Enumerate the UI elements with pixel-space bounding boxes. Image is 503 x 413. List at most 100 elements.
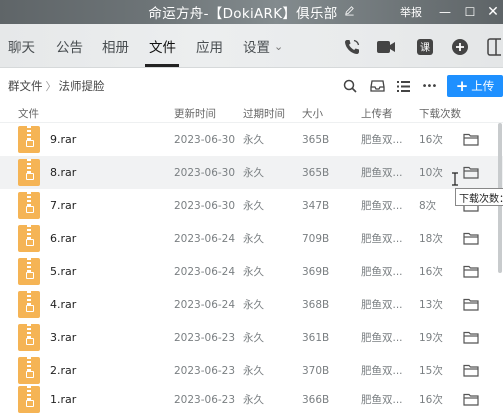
upload-button-label: 上传 xyxy=(471,79,495,93)
tab-settings-label: 设置 xyxy=(243,40,270,56)
file-size: 368B xyxy=(302,298,330,311)
nav-bar: 聊天 公告 相册 文件 应用 设置 ⌄ 课 xyxy=(0,24,503,68)
table-row[interactable]: 9.rar 2023-06-30 永久 365B 肥鱼双... 16次 xyxy=(0,123,503,156)
more-icon[interactable]: ••• xyxy=(420,77,438,95)
header-updated[interactable]: 更新时间 xyxy=(174,103,216,123)
file-size: 369B xyxy=(302,265,330,278)
folder-icon[interactable] xyxy=(463,364,479,377)
file-expire: 永久 xyxy=(243,200,264,212)
tab-announcement[interactable]: 公告 xyxy=(56,24,83,68)
file-uploader[interactable]: 肥鱼双... xyxy=(361,189,403,222)
tab-files[interactable]: 文件 xyxy=(149,24,176,68)
file-name[interactable]: 8.rar xyxy=(50,156,76,189)
phone-icon[interactable] xyxy=(341,36,363,58)
header-downloads[interactable]: 下载次数 xyxy=(419,103,461,123)
file-uploader[interactable]: 肥鱼双... xyxy=(361,255,403,288)
file-name[interactable]: 4.rar xyxy=(50,288,76,321)
file-expire: 永久 xyxy=(243,167,264,179)
file-expire: 永久 xyxy=(243,332,264,344)
tab-apps[interactable]: 应用 xyxy=(196,24,223,68)
folder-icon[interactable] xyxy=(463,133,479,146)
folder-icon[interactable] xyxy=(463,298,479,311)
file-expire: 永久 xyxy=(243,394,264,406)
maximize-button[interactable]: ☐ xyxy=(462,0,478,24)
tab-chat[interactable]: 聊天 xyxy=(8,24,35,68)
file-name[interactable]: 6.rar xyxy=(50,222,76,255)
file-expire: 永久 xyxy=(243,266,264,278)
file-expire: 永久 xyxy=(243,134,264,146)
table-row[interactable]: 5.rar 2023-06-24 永久 369B 肥鱼双... 16次 xyxy=(0,255,503,288)
zip-file-icon xyxy=(18,192,40,219)
header-size[interactable]: 大小 xyxy=(302,103,323,123)
file-downloads: 8次 xyxy=(419,200,437,212)
file-uploader[interactable]: 肥鱼双... xyxy=(361,123,403,156)
breadcrumb-bar: 群文件 〉 法师提脸 ••• xyxy=(0,69,503,103)
table-row[interactable]: 7.rar 2023-06-30 永久 347B 肥鱼双... 8次 xyxy=(0,189,503,222)
inbox-icon[interactable] xyxy=(368,77,386,95)
file-uploader[interactable]: 肥鱼双... xyxy=(361,156,403,189)
file-name[interactable]: 1.rar xyxy=(50,383,76,413)
search-icon[interactable] xyxy=(341,77,359,95)
file-uploader[interactable]: 肥鱼双... xyxy=(361,321,403,354)
file-updated: 2023-06-23 xyxy=(174,331,236,344)
folder-icon[interactable] xyxy=(463,166,479,179)
file-uploader[interactable]: 肥鱼双... xyxy=(361,288,403,321)
file-size: 365B xyxy=(302,166,330,179)
sidebar-toggle-icon[interactable] xyxy=(483,36,503,58)
add-app-icon[interactable] xyxy=(449,36,471,58)
table-header: 文件 更新时间 过期时间 大小 上传者 下载次数 xyxy=(0,103,503,123)
upload-button[interactable]: + 上传 xyxy=(447,75,503,97)
folder-icon[interactable] xyxy=(463,232,479,245)
file-downloads: 19次 xyxy=(419,332,443,344)
pencil-icon[interactable] xyxy=(344,5,355,19)
file-updated: 2023-06-23 xyxy=(174,393,236,406)
zip-file-icon xyxy=(18,258,40,285)
zip-file-icon xyxy=(18,291,40,318)
file-name[interactable]: 5.rar xyxy=(50,255,76,288)
breadcrumb-current: 法师提脸 xyxy=(58,79,105,93)
title-bar: 命运方舟-【DokiARK】俱乐部 举报 — ☐ ✕ xyxy=(0,0,503,24)
table-row[interactable]: 8.rar 2023-06-30 永久 365B 肥鱼双... 10次 xyxy=(0,156,503,189)
file-uploader[interactable]: 肥鱼双... xyxy=(361,383,403,413)
active-tab-indicator xyxy=(145,64,179,67)
file-uploader[interactable]: 肥鱼双... xyxy=(361,222,403,255)
file-downloads: 16次 xyxy=(419,134,443,146)
header-uploader[interactable]: 上传者 xyxy=(361,103,393,123)
tab-album[interactable]: 相册 xyxy=(102,24,129,68)
file-size: 709B xyxy=(302,232,330,245)
file-name[interactable]: 3.rar xyxy=(50,321,76,354)
folder-icon[interactable] xyxy=(463,331,479,344)
minimize-button[interactable]: — xyxy=(436,0,454,24)
classroom-icon[interactable]: 课 xyxy=(414,36,436,58)
file-size: 365B xyxy=(302,133,330,146)
zip-file-icon xyxy=(18,386,40,413)
table-row[interactable]: 4.rar 2023-06-24 永久 368B 肥鱼双... 13次 xyxy=(0,288,503,321)
file-name[interactable]: 7.rar xyxy=(50,189,76,222)
breadcrumb-separator: 〉 xyxy=(45,80,57,93)
header-name[interactable]: 文件 xyxy=(18,103,39,123)
video-call-icon[interactable] xyxy=(375,36,397,58)
zip-file-icon xyxy=(18,159,40,186)
table-row[interactable]: 3.rar 2023-06-23 永久 361B 肥鱼双... 19次 xyxy=(0,321,503,354)
file-size: 366B xyxy=(302,393,330,406)
close-button[interactable]: ✕ xyxy=(485,0,501,24)
tab-settings[interactable]: 设置 ⌄ xyxy=(243,24,283,68)
table-row[interactable]: 1.rar 2023-06-23 永久 366B 肥鱼双... 16次 xyxy=(0,383,503,413)
file-updated: 2023-06-24 xyxy=(174,232,236,245)
report-button[interactable]: 举报 xyxy=(394,0,428,24)
file-updated: 2023-06-30 xyxy=(174,199,236,212)
list-view-icon[interactable] xyxy=(394,77,412,95)
header-expire[interactable]: 过期时间 xyxy=(243,103,285,123)
file-downloads: 16次 xyxy=(419,266,443,278)
file-expire: 永久 xyxy=(243,299,264,311)
file-downloads: 13次 xyxy=(419,299,443,311)
folder-icon[interactable] xyxy=(463,265,479,278)
table-row[interactable]: 6.rar 2023-06-24 永久 709B 肥鱼双... 18次 xyxy=(0,222,503,255)
breadcrumb: 群文件 〉 法师提脸 xyxy=(8,69,105,103)
breadcrumb-root[interactable]: 群文件 xyxy=(8,78,43,94)
file-downloads: 10次 xyxy=(419,167,443,179)
folder-icon[interactable] xyxy=(463,393,479,406)
file-expire: 永久 xyxy=(243,233,264,245)
file-name[interactable]: 9.rar xyxy=(50,123,76,156)
file-downloads: 16次 xyxy=(419,394,443,406)
